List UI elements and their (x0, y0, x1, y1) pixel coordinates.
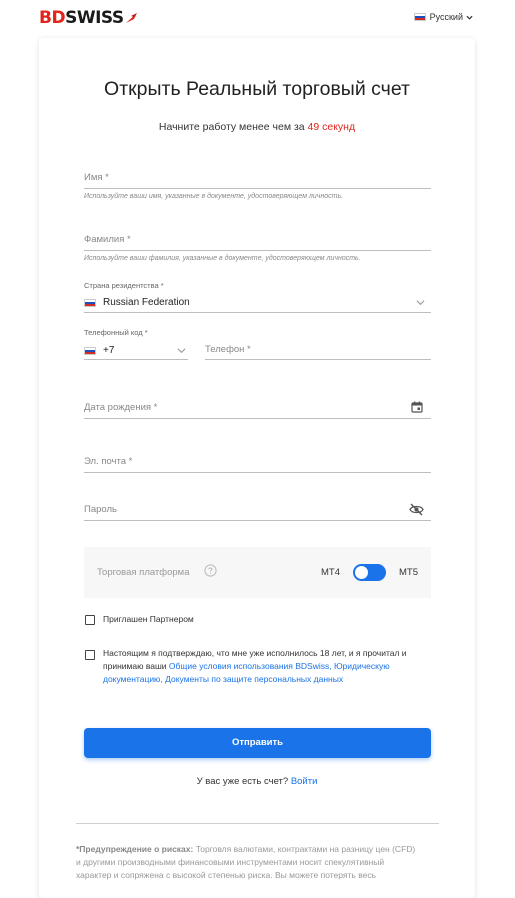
page-title: Открыть Реальный торговый счет (104, 78, 410, 100)
legal-docs-link[interactable]: документацию, Документы по защите персон… (103, 674, 343, 684)
phone-code-underline (84, 359, 188, 360)
platform-toggle[interactable] (353, 564, 386, 581)
terms-checkbox[interactable] (85, 650, 95, 660)
last-name-field[interactable]: Фамилия * Используйте ваши фамилия, указ… (84, 232, 431, 266)
risk-warning-text3: характер и сопряжена с высокой степенью … (76, 870, 377, 880)
birth-date-underline (84, 418, 431, 419)
language-label: Русский (429, 12, 463, 22)
country-label: Страна резидентства * (84, 281, 164, 290)
bdswiss-logo[interactable]: BDSWISS (39, 8, 139, 28)
first-name-placeholder: Имя * (84, 172, 109, 183)
last-name-placeholder: Фамилия * (84, 234, 131, 245)
russian-flag-icon (413, 13, 426, 21)
birth-date-input[interactable]: Дата рождения * (84, 400, 431, 419)
risk-warning-text1: Торговля валютами, контрактами на разниц… (193, 844, 416, 854)
risk-warning: *Предупреждение о рисках: Торговля валют… (76, 843, 439, 882)
russian-flag-icon (84, 347, 96, 355)
subtitle: Начните работу менее чем за 49 секунд (39, 121, 475, 133)
logo-swiss-text: SWISS (65, 8, 124, 28)
top-bar: BDSWISS Русский (0, 0, 515, 36)
phone-code-select[interactable]: Телефонный код * +7 (84, 328, 188, 360)
trading-platform-selector: Торговая платформа MT4 MT5 (84, 547, 431, 598)
password-placeholder: Пароль (84, 504, 117, 515)
chevron-down-icon (177, 348, 186, 354)
logo-bd-text: BD (39, 8, 66, 28)
phone-code-value: +7 (103, 345, 115, 356)
terms-link[interactable]: Общие условия использования BDSwiss, Юри… (169, 661, 390, 671)
calendar-icon[interactable] (411, 401, 423, 413)
phone-underline (205, 359, 431, 360)
help-icon[interactable] (204, 564, 217, 577)
russian-flag-icon (84, 299, 96, 307)
terms-checkbox-label: Настоящим я подтверждаю, что мне уже исп… (103, 647, 433, 686)
last-name-underline (84, 250, 431, 251)
password-input[interactable]: Пароль (84, 502, 431, 521)
login-link[interactable]: Войти (291, 776, 318, 787)
subtitle-text: Начните работу менее чем за (158, 121, 308, 133)
divider (76, 823, 439, 824)
risk-warning-title: *Предупреждение о рисках: (76, 844, 194, 854)
mt5-label[interactable]: MT5 (399, 567, 418, 578)
platform-label: Торговая платформа (97, 567, 190, 578)
password-underline (84, 520, 431, 521)
chevron-down-icon (416, 300, 425, 306)
terms-text-line1: Настоящим я подтверждаю, что мне уже исп… (103, 648, 407, 658)
partner-checkbox-label: Приглашен Партнером (103, 614, 194, 624)
last-name-hint: Используйте ваши фамилия, указанные в до… (84, 255, 361, 262)
login-prompt: У вас уже есть счет? Войти (39, 776, 475, 787)
first-name-field[interactable]: Имя * Используйте ваши имя, указанные в … (84, 170, 431, 204)
phone-code-label: Телефонный код * (84, 328, 148, 337)
phone-input[interactable]: Телефон * (205, 342, 431, 360)
first-name-hint: Используйте ваши имя, указанные в докуме… (84, 193, 344, 200)
login-prompt-text: У вас уже есть счет? (196, 776, 291, 787)
country-value: Russian Federation (103, 297, 190, 308)
email-placeholder: Эл. почта * (84, 456, 133, 467)
signup-card: Открыть Реальный торговый счет Начните р… (39, 38, 475, 898)
email-underline (84, 472, 431, 473)
subtitle-time: 49 секунд (307, 121, 356, 133)
partner-checkbox[interactable] (85, 615, 95, 625)
chevron-down-icon (466, 15, 473, 20)
logo-arrow-icon (125, 13, 137, 23)
birth-date-placeholder: Дата рождения * (84, 402, 158, 413)
risk-warning-text2: и другими производными финансовыми инстр… (76, 857, 385, 867)
email-input[interactable]: Эл. почта * (84, 454, 431, 473)
toggle-knob (355, 566, 368, 579)
submit-button[interactable]: Отправить (84, 728, 431, 758)
phone-placeholder: Телефон * (205, 344, 251, 355)
eye-off-icon[interactable] (409, 503, 424, 516)
mt4-label[interactable]: MT4 (321, 567, 340, 578)
terms-text-prefix: принимаю ваши (103, 661, 169, 671)
language-selector[interactable]: Русский (413, 12, 473, 22)
country-select[interactable]: Страна резидентства * Russian Federation (84, 281, 431, 313)
country-underline (84, 312, 431, 313)
first-name-underline (84, 188, 431, 189)
